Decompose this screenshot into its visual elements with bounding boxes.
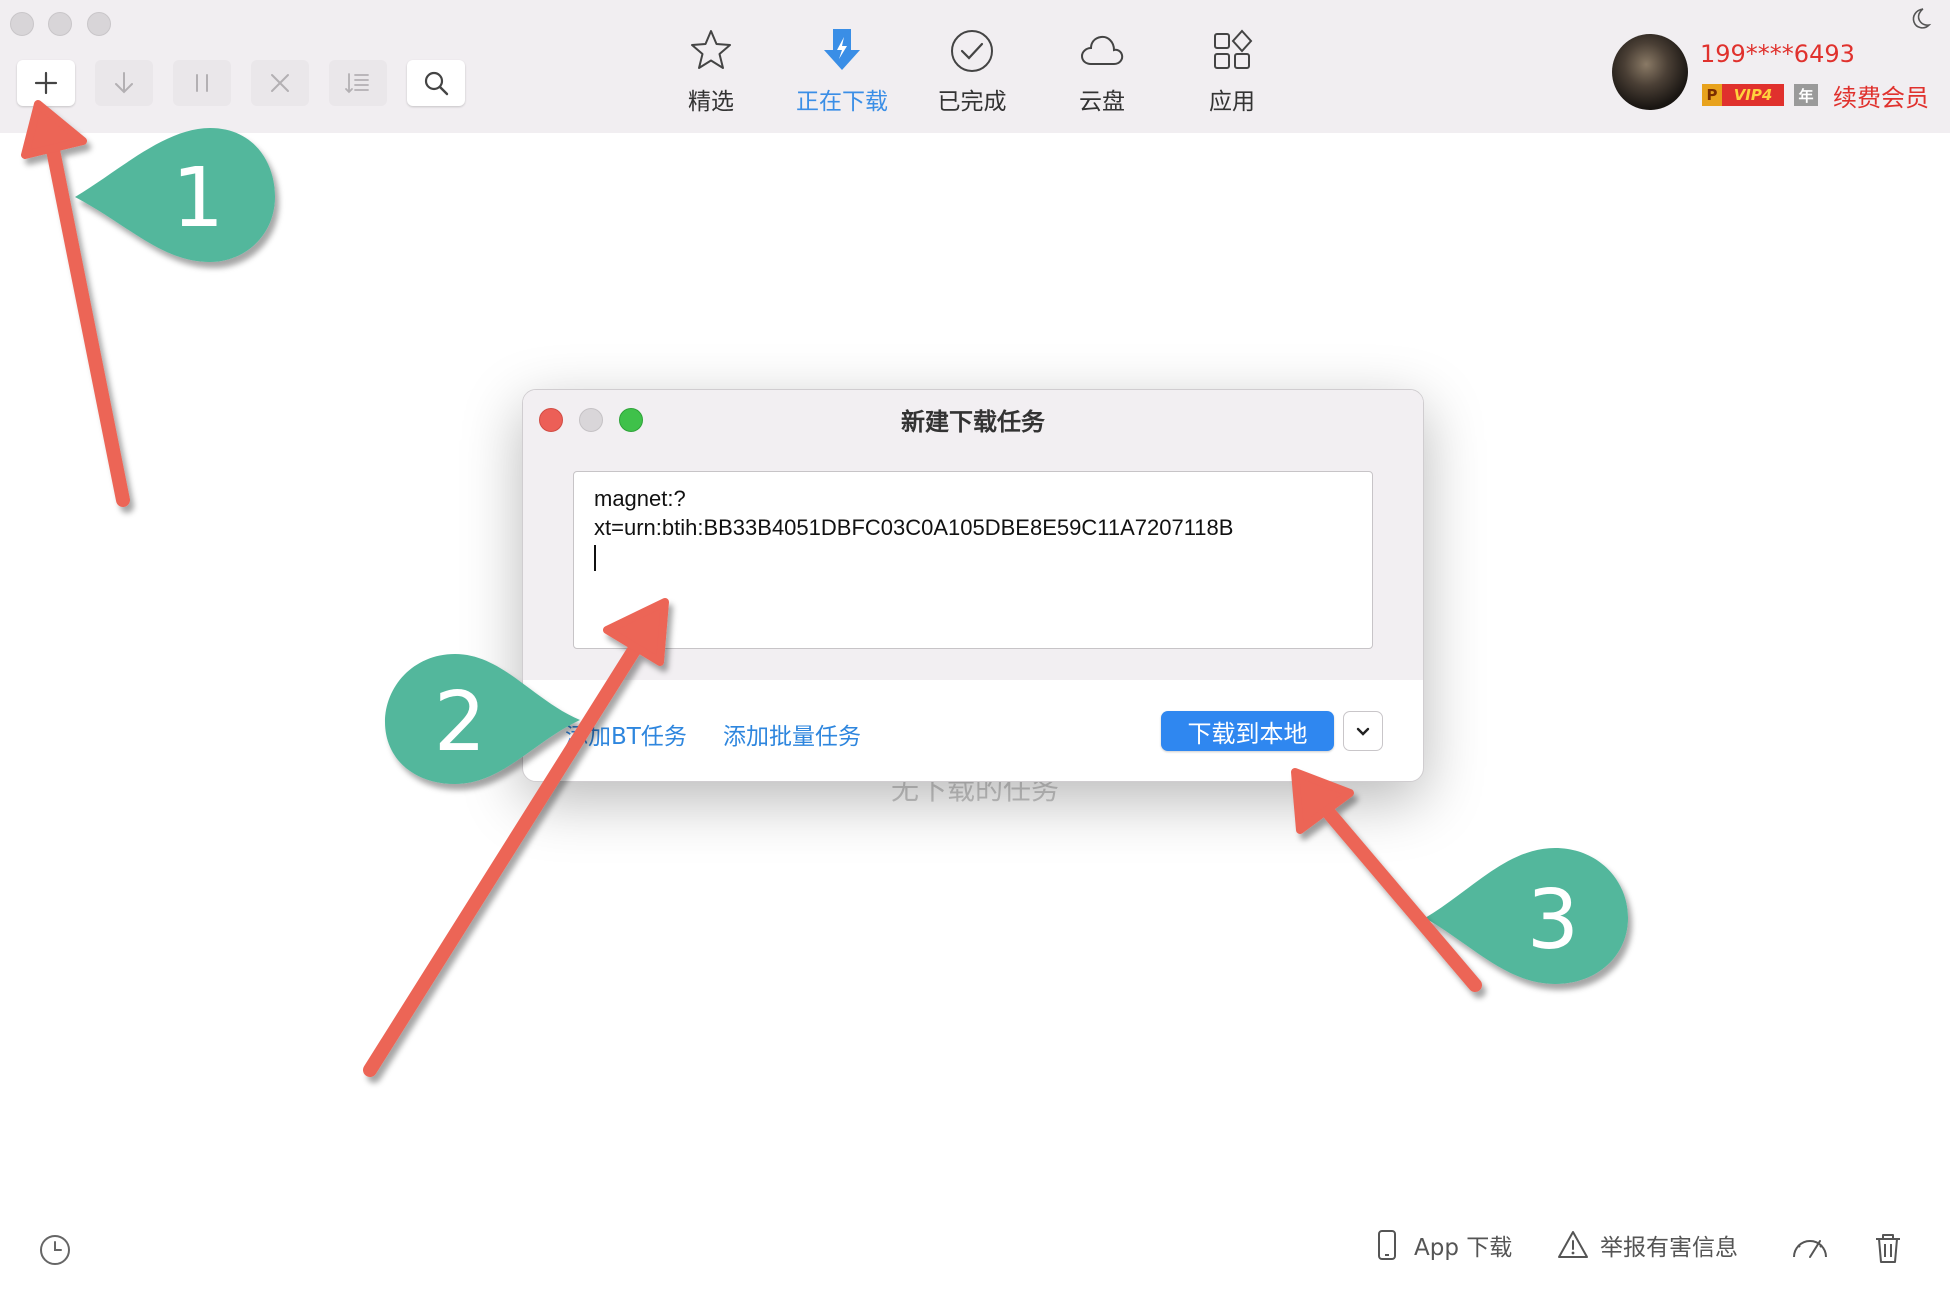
- clock-history-icon[interactable]: [38, 1233, 72, 1267]
- magnet-line-2: xt=urn:btih:BB33B4051DBFC03C0A105DBE8E59…: [594, 515, 1234, 540]
- toolbar: 精选 正在下载 已完成 云盘 应用 199****6493 P VIP4 年 续…: [0, 0, 1950, 133]
- magnet-line-1: magnet:?: [594, 486, 686, 511]
- window-close-button[interactable]: [10, 12, 34, 36]
- new-download-dialog: 新建下载任务 magnet:? xt=urn:btih:BB33B4051DBF…: [522, 389, 1424, 782]
- download-to-local-button[interactable]: 下载到本地: [1161, 711, 1334, 751]
- user-phone[interactable]: 199****6493: [1700, 40, 1855, 68]
- moon-icon[interactable]: [1906, 6, 1932, 32]
- speed-meter-icon[interactable]: [1790, 1231, 1830, 1267]
- step-marker-1-label: 1: [172, 151, 224, 246]
- plus-icon: [34, 71, 58, 95]
- download-bolt-icon: [824, 29, 860, 70]
- badge-year: 年: [1794, 84, 1818, 106]
- step-marker-3: [1425, 848, 1628, 984]
- tab-apps-label: 应用: [1209, 89, 1255, 115]
- report-button[interactable]: 举报有害信息: [1556, 1228, 1738, 1262]
- app-download-label: App 下载: [1414, 1235, 1513, 1261]
- text-caret: [594, 545, 596, 571]
- star-icon: [691, 30, 731, 69]
- badge-p: P: [1702, 84, 1722, 106]
- cloud-icon: [1080, 35, 1124, 65]
- step-marker-3-label: 3: [1527, 873, 1579, 968]
- phone-icon: [1378, 1230, 1396, 1260]
- tab-apps[interactable]: 应用: [1177, 26, 1287, 116]
- tab-downloading[interactable]: 正在下载: [787, 26, 897, 116]
- arrow-1: [21, 100, 130, 507]
- sort-button[interactable]: [329, 60, 387, 106]
- pause-icon: [196, 74, 208, 92]
- delete-button[interactable]: [251, 60, 309, 106]
- step-marker-2-label: 2: [434, 675, 486, 770]
- tab-featured-label: 精选: [688, 89, 734, 115]
- dialog-title: 新建下载任务: [901, 408, 1045, 436]
- add-bt-task-link[interactable]: 添加BT任务: [565, 717, 687, 751]
- window-zoom-button[interactable]: [87, 12, 111, 36]
- tab-cloud[interactable]: 云盘: [1047, 26, 1157, 116]
- add-batch-task-link[interactable]: 添加批量任务: [723, 717, 861, 751]
- apps-grid-icon: [1214, 29, 1253, 69]
- tab-cloud-label: 云盘: [1079, 89, 1125, 115]
- report-label: 举报有害信息: [1600, 1235, 1738, 1261]
- new-task-button[interactable]: [17, 60, 75, 106]
- trash-icon[interactable]: [1870, 1230, 1906, 1266]
- close-icon: [271, 74, 289, 92]
- tab-completed-label: 已完成: [937, 89, 1007, 115]
- sort-list-icon: [345, 73, 369, 94]
- chevron-down-icon: [1356, 727, 1370, 736]
- warning-icon: [1558, 1231, 1588, 1258]
- start-button[interactable]: [95, 60, 153, 106]
- renew-vip-link[interactable]: 续费会员: [1833, 78, 1929, 113]
- magnet-link-textarea[interactable]: magnet:? xt=urn:btih:BB33B4051DBFC03C0A1…: [573, 471, 1373, 649]
- tab-downloading-label: 正在下载: [796, 89, 888, 115]
- download-arrow-icon: [115, 72, 133, 94]
- tab-completed[interactable]: 已完成: [917, 26, 1027, 116]
- download-options-button[interactable]: [1343, 711, 1383, 751]
- badge-vip: VIP4: [1722, 84, 1784, 106]
- step-marker-1: [75, 128, 275, 262]
- search-button[interactable]: [407, 60, 465, 106]
- pause-button[interactable]: [173, 60, 231, 106]
- check-circle-icon: [951, 30, 993, 72]
- avatar[interactable]: [1612, 34, 1688, 110]
- app-download-button[interactable]: App 下载: [1370, 1228, 1512, 1262]
- tab-featured[interactable]: 精选: [656, 26, 766, 116]
- window-minimize-button[interactable]: [48, 12, 72, 36]
- search-icon: [424, 71, 449, 96]
